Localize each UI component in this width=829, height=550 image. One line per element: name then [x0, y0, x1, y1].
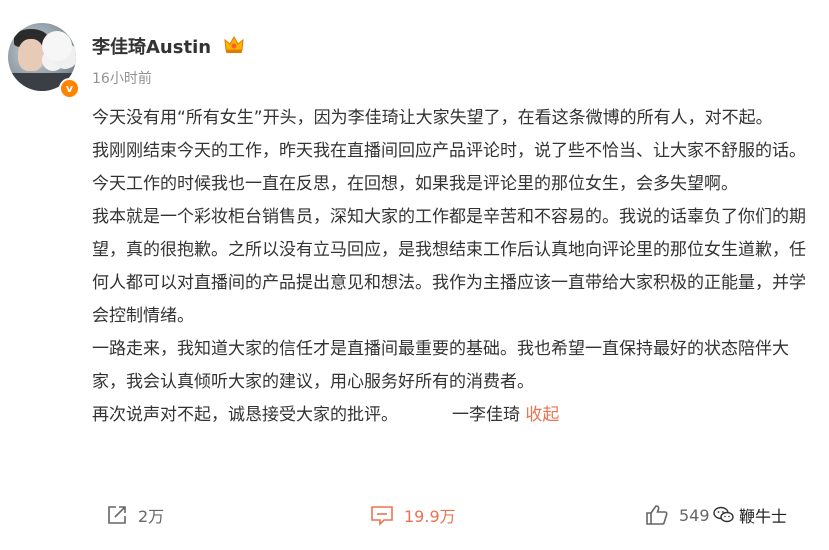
comment-count: 19.9万: [404, 507, 456, 526]
watermark: 鞭牛士: [711, 503, 788, 527]
post-last-line: 再次说声对不起，诚恳接受大家的批评。 一李佳琦 收起: [92, 399, 822, 432]
comment-icon: [371, 506, 393, 526]
post-paragraph: 我刚刚结束今天的工作，昨天我在直播间回应产品评论时，说了些不恰当、让大家不舒服的…: [92, 141, 806, 194]
repost-icon: [108, 506, 126, 524]
post-signature: 一李佳琦: [452, 405, 520, 425]
post-timestamp[interactable]: 16小时前: [92, 68, 152, 88]
repost-button[interactable]: 2万: [106, 496, 164, 534]
like-button[interactable]: 549: [645, 496, 710, 534]
verified-badge-icon: v: [59, 78, 80, 99]
author-name[interactable]: 李佳琦Austin: [92, 33, 211, 59]
post-paragraph: 我本就是一个彩妆柜台销售员，深知大家的工作都是辛苦和不容易的。我说的话辜负了你们…: [92, 207, 806, 326]
like-icon: [646, 505, 668, 525]
avatar-face: [18, 39, 44, 71]
post-paragraph: 一路走来，我知道大家的信任才是直播间最重要的基础。我也希望一直保持最好的状态陪伴…: [92, 339, 789, 392]
post-closing-text: 再次说声对不起，诚恳接受大家的批评。: [92, 405, 398, 425]
comment-button[interactable]: 19.9万: [370, 496, 456, 534]
wechat-icon: [713, 506, 734, 523]
post-content: 今天没有用“所有女生”开头，因为李佳琦让大家失望了，在看这条微博的所有人，对不起…: [92, 102, 822, 432]
crown-icon: [224, 36, 244, 53]
avatar-dog: [42, 31, 72, 61]
post-paragraph: 今天没有用“所有女生”开头，因为李佳琦让大家失望了，在看这条微博的所有人，对不起…: [92, 108, 773, 128]
collapse-link[interactable]: 收起: [525, 405, 559, 425]
like-count: 549: [679, 505, 710, 525]
post-action-bar: 2万 19.9万 549: [0, 496, 829, 534]
watermark-text: 鞭牛士: [739, 507, 788, 526]
repost-count: 2万: [138, 507, 165, 526]
